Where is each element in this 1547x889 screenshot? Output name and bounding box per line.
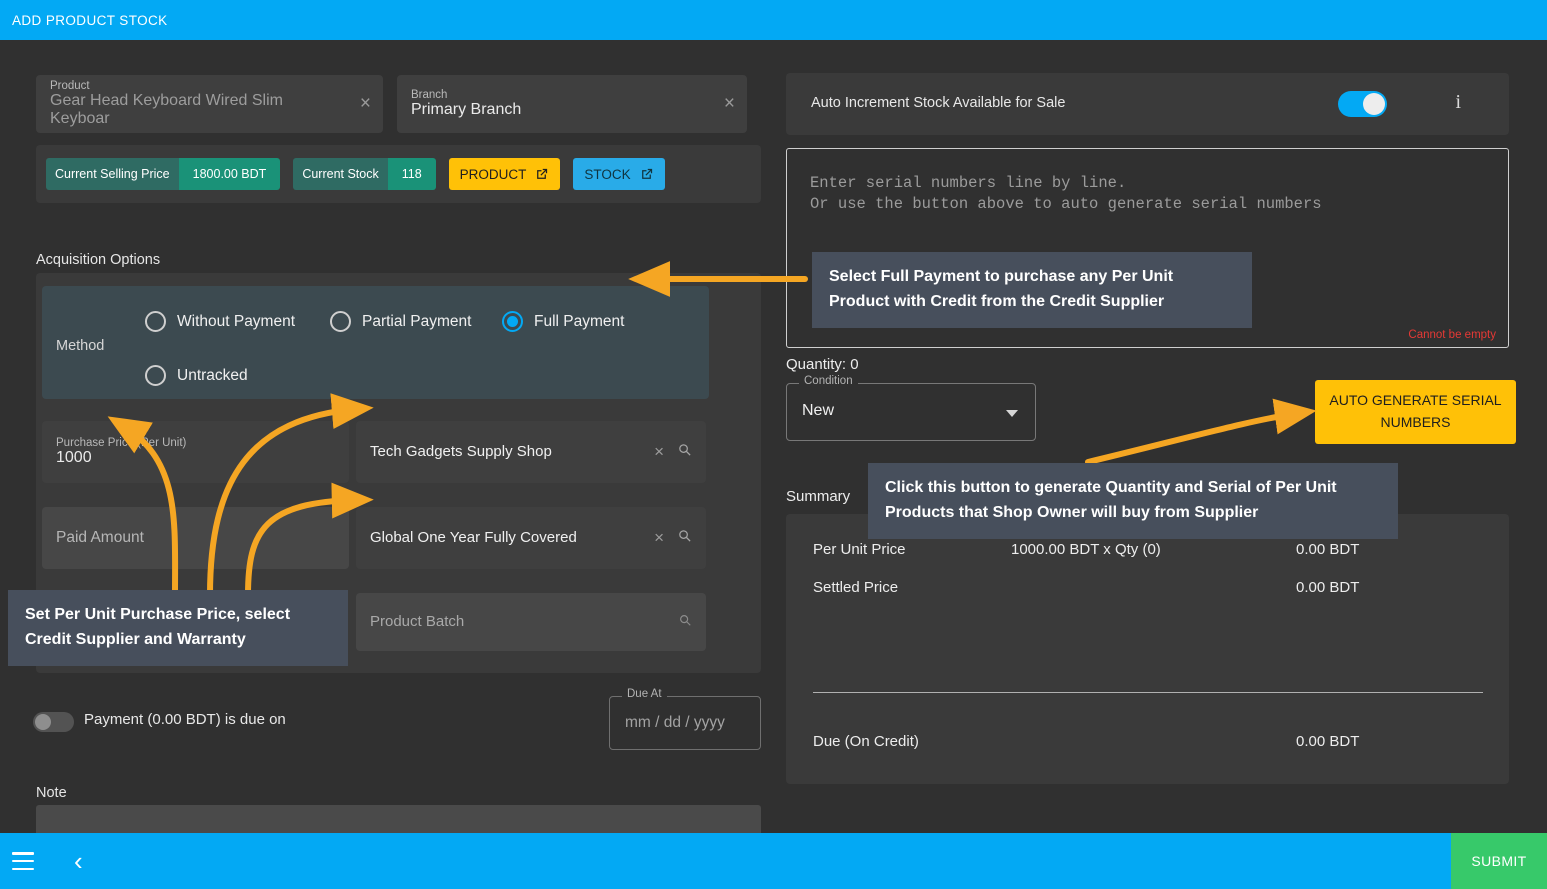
chevron-down-icon[interactable]	[1006, 410, 1018, 417]
branch-field[interactable]: Branch Primary Branch ×	[397, 75, 747, 133]
warranty-search-icon[interactable]	[677, 528, 692, 548]
radio-full-payment[interactable]: Full Payment	[502, 311, 624, 332]
summary-label: Summary	[786, 488, 851, 505]
auto-increment-panel: Auto Increment Stock Available for Sale …	[786, 73, 1509, 135]
auto-generate-serial-numbers-button[interactable]: AUTO GENERATE SERIAL NUMBERS	[1315, 380, 1516, 444]
page-title: ADD PRODUCT STOCK	[12, 12, 168, 28]
auto-increment-label: Auto Increment Stock Available for Sale	[811, 95, 1066, 111]
product-batch-placeholder: Product Batch	[370, 613, 465, 630]
supplier-field[interactable]: Tech Gadgets Supply Shop ×	[356, 421, 706, 483]
warranty-value: Global One Year Fully Covered	[370, 529, 577, 546]
chip-value: 1800.00 BDT	[178, 158, 281, 190]
summary-row-key: Per Unit Price	[813, 541, 906, 558]
tooltip-auto-generate: Click this button to generate Quantity a…	[868, 463, 1398, 539]
purchase-price-value: 1000	[56, 449, 92, 466]
radio-icon	[145, 365, 166, 386]
back-chevron-icon[interactable]: ‹	[74, 848, 83, 874]
serial-numbers-error: Cannot be empty	[1408, 329, 1496, 341]
summary-row-value: 0.00 BDT	[1296, 579, 1360, 596]
paid-amount-field[interactable]: Paid Amount	[42, 507, 349, 569]
supplier-value: Tech Gadgets Supply Shop	[370, 443, 552, 460]
radio-label: Full Payment	[534, 312, 625, 330]
radio-untracked[interactable]: Untracked	[145, 365, 248, 386]
external-link-icon	[641, 168, 652, 179]
supplier-search-icon[interactable]	[677, 442, 692, 462]
left-column: Product Gear Head Keyboard Wired Slim Ke…	[0, 40, 770, 873]
add-product-stock-screen: ADD PRODUCT STOCK Product Gear Head Keyb…	[0, 0, 1547, 889]
due-payment-toggle[interactable]	[33, 712, 74, 732]
due-at-placeholder: mm / dd / yyyy	[625, 714, 725, 731]
due-at-label: Due At	[622, 688, 667, 700]
serial-numbers-placeholder: Enter serial numbers line by line. Or us…	[810, 174, 1322, 213]
external-link-icon	[537, 168, 548, 179]
paid-amount-placeholder: Paid Amount	[56, 529, 144, 546]
radio-label: Partial Payment	[362, 312, 472, 330]
summary-divider	[813, 692, 1483, 693]
summary-total-key: Due (On Credit)	[813, 733, 919, 750]
product-link-label: PRODUCT	[459, 166, 527, 182]
condition-label: Condition	[799, 375, 858, 387]
branch-clear-icon[interactable]: ×	[724, 94, 735, 113]
chip-key: Current Selling Price	[46, 158, 179, 190]
warranty-clear-icon[interactable]: ×	[654, 528, 664, 548]
product-value: Gear Head Keyboard Wired Slim Keyboar	[50, 92, 283, 127]
summary-row-key: Settled Price	[813, 579, 899, 596]
bottom-bar: ‹ SUBMIT	[0, 833, 1547, 889]
branch-label: Branch	[411, 89, 448, 101]
main-content: Product Gear Head Keyboard Wired Slim Ke…	[0, 40, 1547, 873]
condition-select[interactable]: Condition New	[786, 375, 1036, 441]
radio-label: Without Payment	[177, 312, 296, 330]
radio-partial-payment[interactable]: Partial Payment	[330, 311, 471, 332]
chip-value: 118	[387, 158, 436, 190]
hamburger-menu-icon[interactable]	[12, 852, 34, 870]
radio-without-payment[interactable]: Without Payment	[145, 311, 295, 332]
payment-method-group: Method Without Payment Partial Payment F…	[42, 286, 709, 399]
acquisition-options-title: Acquisition Options	[36, 252, 161, 268]
summary-panel: Per Unit Price 1000.00 BDT x Qty (0) 0.0…	[786, 514, 1509, 784]
quantity-text: Quantity: 0	[786, 356, 859, 373]
radio-label: Untracked	[177, 366, 248, 384]
stock-link-button[interactable]: STOCK	[573, 158, 665, 190]
product-batch-search-icon[interactable]	[678, 613, 692, 632]
submit-button[interactable]: SUBMIT	[1451, 833, 1547, 889]
due-at-field[interactable]: Due At mm / dd / yyyy	[609, 688, 761, 750]
product-info-panel: Current Selling Price 1800.00 BDT Curren…	[36, 145, 761, 203]
tooltip-left-fields: Set Per Unit Purchase Price, select Cred…	[8, 590, 348, 666]
due-date-row: Payment (0.00 BDT) is due on Due At mm /…	[0, 688, 770, 768]
product-batch-field[interactable]: Product Batch	[356, 593, 706, 651]
summary-row-value: 0.00 BDT	[1296, 541, 1360, 558]
due-payment-text: Payment (0.00 BDT) is due on	[84, 711, 286, 728]
tooltip-full-payment: Select Full Payment to purchase any Per …	[812, 252, 1252, 328]
radio-icon-selected	[502, 311, 523, 332]
note-label: Note	[36, 785, 67, 801]
supplier-clear-icon[interactable]: ×	[654, 442, 664, 462]
auto-increment-toggle[interactable]	[1338, 91, 1387, 117]
condition-value: New	[802, 402, 835, 419]
radio-icon	[330, 311, 351, 332]
product-field[interactable]: Product Gear Head Keyboard Wired Slim Ke…	[36, 75, 383, 133]
method-label: Method	[56, 338, 105, 354]
chip-key: Current Stock	[293, 158, 388, 190]
chip-current-selling-price: Current Selling Price 1800.00 BDT	[46, 158, 281, 190]
radio-icon	[145, 311, 166, 332]
stock-link-label: STOCK	[584, 166, 631, 182]
product-label: Product	[50, 80, 90, 92]
info-icon[interactable]: i	[1455, 91, 1461, 114]
right-column: Auto Increment Stock Available for Sale …	[775, 40, 1547, 833]
summary-total-value: 0.00 BDT	[1296, 733, 1360, 750]
summary-row-middle: 1000.00 BDT x Qty (0)	[1011, 541, 1161, 558]
warranty-field[interactable]: Global One Year Fully Covered ×	[356, 507, 706, 569]
product-link-button[interactable]: PRODUCT	[448, 158, 561, 190]
purchase-price-label: Purchase Price (Per Unit)	[56, 437, 187, 449]
app-header: ADD PRODUCT STOCK	[0, 0, 1547, 40]
branch-value: Primary Branch	[411, 101, 522, 118]
product-clear-icon[interactable]: ×	[360, 94, 371, 113]
purchase-price-field[interactable]: Purchase Price (Per Unit) 1000	[42, 421, 349, 483]
chip-current-stock: Current Stock 118	[293, 158, 436, 190]
